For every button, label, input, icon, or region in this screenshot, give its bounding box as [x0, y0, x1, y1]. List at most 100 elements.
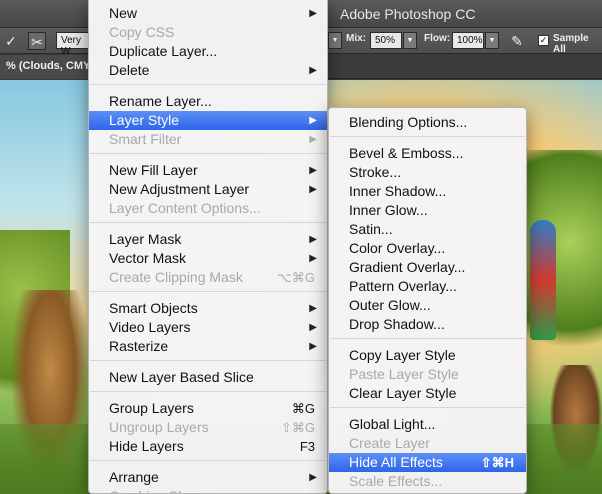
triangle-right-icon: ▶	[309, 165, 317, 176]
mix-field[interactable]: 50%	[370, 32, 402, 49]
shortcut-label: ⇧⌘G	[280, 420, 315, 435]
layer-menu-item-delete[interactable]: Delete ▶	[89, 61, 327, 80]
layer-style-item-label: Global Light...	[349, 416, 436, 432]
menu-separator	[330, 136, 525, 137]
layer-style-submenu: Blending Options... Bevel & Emboss... Stro…	[328, 107, 527, 494]
layer-style-item-label: Outer Glow...	[349, 297, 431, 313]
layer-menu-item-label: Arrange	[109, 469, 159, 485]
layer-menu-item-smart-objects[interactable]: Smart Objects ▶	[89, 299, 327, 318]
triangle-right-icon: ▶	[309, 115, 317, 126]
layer-menu-item-rasterize[interactable]: Rasterize ▶	[89, 337, 327, 356]
scissors-icon[interactable]: ✂	[28, 32, 46, 50]
layer-style-item-label: Stroke...	[349, 164, 402, 180]
layer-menu-item-new-fill-layer[interactable]: New Fill Layer ▶	[89, 161, 327, 180]
layer-menu-item-new-adjustment-layer[interactable]: New Adjustment Layer ▶	[89, 180, 327, 199]
triangle-right-icon: ▶	[309, 8, 317, 19]
triangle-right-icon: ▶	[309, 341, 317, 352]
layer-style-item-gradient-overlay[interactable]: Gradient Overlay...	[329, 258, 526, 277]
layer-menu-item-layer-style[interactable]: Layer Style ▶	[89, 111, 327, 130]
shortcut-label: ⇧⌘H	[480, 455, 514, 470]
layer-menu-item-label: Delete	[109, 62, 150, 78]
layer-menu-item-label: Vector Mask	[109, 250, 187, 266]
layer-style-item-color-overlay[interactable]: Color Overlay...	[329, 239, 526, 258]
layer-menu-item-vector-mask[interactable]: Vector Mask ▶	[89, 249, 327, 268]
triangle-down-icon[interactable]: ▼	[485, 32, 499, 49]
layer-style-item-inner-glow[interactable]: Inner Glow...	[329, 201, 526, 220]
layer-style-item-label: Pattern Overlay...	[349, 278, 457, 294]
canvas-parrot	[530, 220, 556, 340]
layer-style-item-blending-options[interactable]: Blending Options...	[329, 113, 526, 132]
layer-style-item-global-light[interactable]: Global Light...	[329, 415, 526, 434]
triangle-down-icon[interactable]: ▼	[403, 32, 417, 49]
triangle-right-icon: ▶	[309, 134, 317, 145]
layer-menu-item-layer-content-options: Layer Content Options...	[89, 199, 327, 218]
layer-menu-item-label: Combine Shapes	[109, 488, 216, 494]
layer-menu-item-new[interactable]: New ▶	[89, 4, 327, 23]
layer-menu-item-video-layers[interactable]: Video Layers ▶	[89, 318, 327, 337]
layer-style-item-label: Color Overlay...	[349, 240, 446, 256]
layer-style-item-hide-all-effects[interactable]: Hide All Effects ⇧⌘H	[329, 453, 526, 472]
triangle-right-icon: ▶	[309, 184, 317, 195]
triangle-right-icon: ▶	[309, 234, 317, 245]
layer-style-item-label: Inner Shadow...	[349, 183, 447, 199]
layer-style-item-copy-layer-style[interactable]: Copy Layer Style	[329, 346, 526, 365]
layer-style-item-label: Copy Layer Style	[349, 347, 456, 363]
triangle-down-icon[interactable]: ▼	[328, 32, 342, 49]
menu-separator	[330, 407, 525, 408]
triangle-right-icon: ▶	[309, 253, 317, 264]
layer-menu-item-label: Duplicate Layer...	[109, 43, 218, 59]
layer-menu-item-arrange[interactable]: Arrange ▶	[89, 468, 327, 487]
preset-select[interactable]: Very W	[56, 32, 90, 57]
sample-all-checkbox[interactable]: ✓	[538, 35, 549, 46]
flow-field[interactable]: 100%	[452, 32, 484, 49]
app-title: Adobe Photoshop CC	[340, 6, 476, 22]
airbrush-icon[interactable]: ✎	[508, 32, 526, 50]
layer-style-item-bevel-emboss[interactable]: Bevel & Emboss...	[329, 144, 526, 163]
shortcut-label: ⌘G	[291, 401, 315, 416]
layer-menu-item-hide-layers[interactable]: Hide Layers F3	[89, 437, 327, 456]
layer-menu-item-new-layer-based-slice[interactable]: New Layer Based Slice	[89, 368, 327, 387]
layer-style-item-pattern-overlay[interactable]: Pattern Overlay...	[329, 277, 526, 296]
layer-style-item-label: Satin...	[349, 221, 393, 237]
layer-style-item-satin[interactable]: Satin...	[329, 220, 526, 239]
layer-style-item-drop-shadow[interactable]: Drop Shadow...	[329, 315, 526, 334]
layer-style-item-clear-layer-style[interactable]: Clear Layer Style	[329, 384, 526, 403]
brush-tool-icon[interactable]: ✓	[2, 32, 20, 50]
layer-menu-item-duplicate-layer[interactable]: Duplicate Layer...	[89, 42, 327, 61]
layer-style-item-label: Drop Shadow...	[349, 316, 445, 332]
layer-style-item-label: Inner Glow...	[349, 202, 428, 218]
layer-menu-item-label: Smart Filter	[109, 131, 182, 147]
triangle-right-icon: ▶	[309, 487, 317, 494]
layer-menu-item-label: Group Layers	[109, 400, 194, 416]
layer-style-item-label: Blending Options...	[349, 114, 468, 130]
layer-menu-item-rename-layer[interactable]: Rename Layer...	[89, 92, 327, 111]
layer-style-item-scale-effects: Scale Effects...	[329, 472, 526, 491]
menu-separator	[90, 391, 326, 392]
layer-menu-item-label: Ungroup Layers	[109, 419, 209, 435]
layer-style-item-label: Hide All Effects	[349, 454, 443, 470]
menu-separator	[90, 84, 326, 85]
layer-menu-item-label: Smart Objects	[109, 300, 198, 316]
layer-menu-item-create-clipping-mask: Create Clipping Mask ⌥⌘G	[89, 268, 327, 287]
layer-style-item-outer-glow[interactable]: Outer Glow...	[329, 296, 526, 315]
layer-menu: New ▶ Copy CSS Duplicate Layer... Delete ▶ Ren…	[88, 0, 328, 494]
layer-menu-item-label: Create Clipping Mask	[109, 269, 243, 285]
layer-menu-item-label: Layer Mask	[109, 231, 182, 247]
layer-menu-item-layer-mask[interactable]: Layer Mask ▶	[89, 230, 327, 249]
layer-menu-item-smart-filter: Smart Filter ▶	[89, 130, 327, 149]
layer-menu-item-label: New	[109, 5, 138, 21]
layer-menu-item-ungroup-layers: Ungroup Layers ⇧⌘G	[89, 418, 327, 437]
layer-menu-item-group-layers[interactable]: Group Layers ⌘G	[89, 399, 327, 418]
layer-style-item-label: Gradient Overlay...	[349, 259, 466, 275]
layer-style-item-create-layer: Create Layer	[329, 434, 526, 453]
menu-separator	[90, 460, 326, 461]
sample-all-label: Sample All	[553, 33, 589, 55]
triangle-right-icon: ▶	[309, 472, 317, 483]
layer-style-item-stroke[interactable]: Stroke...	[329, 163, 526, 182]
layer-style-item-label: Scale Effects...	[349, 473, 443, 489]
layer-menu-item-combine-shapes: Combine Shapes ▶	[89, 487, 327, 494]
layer-menu-item-label: New Fill Layer	[109, 162, 198, 178]
layer-style-item-inner-shadow[interactable]: Inner Shadow...	[329, 182, 526, 201]
layer-style-item-label: Create Layer	[349, 435, 430, 451]
layer-menu-item-label: Copy CSS	[109, 24, 175, 40]
